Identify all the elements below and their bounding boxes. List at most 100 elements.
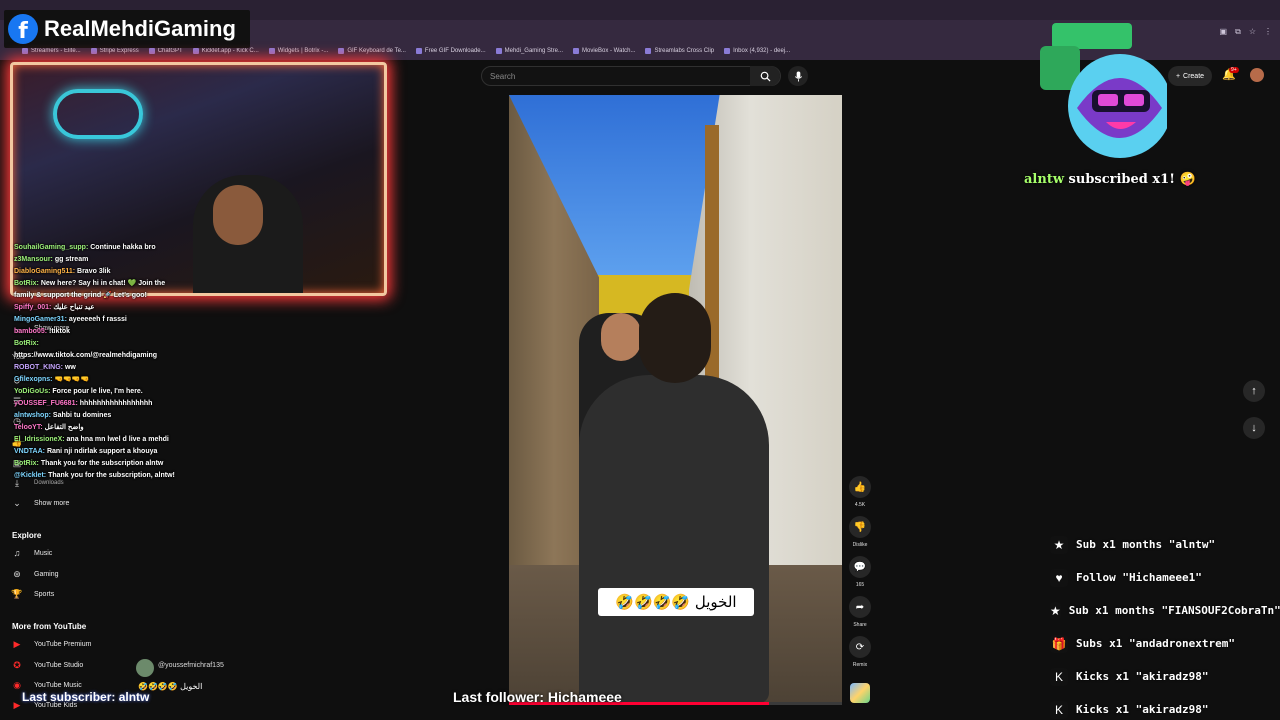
menu-icon[interactable]: ⋮ bbox=[1264, 27, 1272, 37]
event-row: ♥ Follow "Hichameee1" bbox=[1046, 561, 1280, 594]
share-action[interactable]: ➦ Share bbox=[848, 596, 872, 628]
chat-message: @Kicklet: Thank you for the subscription… bbox=[14, 470, 254, 482]
bookmark-item[interactable]: Mehdi_Gaming Stre... bbox=[495, 48, 563, 54]
like-count: 4.5K bbox=[854, 502, 866, 508]
bookmark-item[interactable]: MovieBox - Watch... bbox=[572, 48, 636, 54]
chat-message: MingoGamer31: ayeeeeeh f rasssi bbox=[14, 314, 254, 326]
bookmark-icon bbox=[338, 48, 345, 54]
star-icon[interactable]: ☆ bbox=[1249, 27, 1256, 37]
bookmark-icon bbox=[22, 48, 28, 54]
event-row: K Kicks x1 "akiradz98" bbox=[1046, 660, 1280, 693]
alert-character-image bbox=[1040, 23, 1167, 158]
video-caption: الخويل 🤣🤣🤣🤣 bbox=[598, 588, 754, 616]
sidebar-item-gaming[interactable]: ⊛ Gaming bbox=[12, 568, 58, 579]
chat-username: alntwshop: bbox=[14, 412, 51, 419]
bookmark-item[interactable]: Streamlabs Cross Clip bbox=[645, 48, 714, 54]
bookmark-label: Streamlabs Cross Clip bbox=[654, 48, 715, 54]
dislike-action[interactable]: 👎 Dislike bbox=[848, 516, 872, 548]
chat-text: Continue hakka bro bbox=[90, 244, 156, 251]
search-button[interactable] bbox=[750, 66, 780, 86]
sidebar-label: YouTube Music bbox=[34, 681, 82, 689]
chat-message: Gfilexopns: 🤜🤜🤜🤜 bbox=[14, 374, 254, 386]
bookmark-item[interactable]: GIF Keyboard de Te... bbox=[338, 48, 406, 54]
event-text: Sub x1 months "FIANSOUF2CobraTn" bbox=[1068, 604, 1280, 617]
event-row: K Kicks x1 "akiradz98" bbox=[1046, 693, 1280, 720]
event-icon: K bbox=[1050, 700, 1068, 719]
chat-message: BotRix: Thank you for the subscription a… bbox=[14, 458, 254, 470]
chat-message: TelooYT: واضح التفاعل bbox=[14, 422, 254, 434]
chat-username: yOUSSEF_FU6681: bbox=[14, 400, 78, 407]
sidebar-item-studio[interactable]: ✪ YouTube Studio bbox=[12, 660, 83, 670]
next-video-button[interactable]: ↓ bbox=[1243, 417, 1265, 439]
search-input[interactable]: Search bbox=[481, 66, 781, 86]
chat-text: Force pour le live, I'm here. bbox=[52, 388, 143, 395]
gamepad-icon: ⊛ bbox=[13, 568, 21, 579]
chat-text: family & support the grind 🚀 Let's goo! bbox=[14, 292, 147, 299]
sidebar-label: Music bbox=[34, 549, 53, 557]
bookmark-icon bbox=[192, 48, 199, 54]
event-text: Kicks x1 "akiradz98" bbox=[1076, 670, 1209, 683]
remix-icon[interactable]: ⟳ bbox=[849, 636, 871, 658]
remix-action[interactable]: ⟳ Remix bbox=[848, 636, 872, 668]
bookmark-label: Kicklet.app - Kick C... bbox=[201, 48, 259, 54]
create-button[interactable]: + Create bbox=[1168, 66, 1212, 86]
sidebar-item-premium[interactable]: ▶ YouTube Premium bbox=[12, 639, 92, 649]
arrow-up-icon: ↑ bbox=[1251, 385, 1257, 397]
commenter-avatar bbox=[136, 659, 154, 677]
sidebar-item-music-app[interactable]: ◉ YouTube Music bbox=[12, 680, 82, 690]
event-text: Kicks x1 "akiradz98" bbox=[1076, 703, 1209, 716]
bookmark-item[interactable]: Streamers - Elite... bbox=[22, 48, 81, 54]
previous-video-button[interactable]: ↑ bbox=[1243, 380, 1265, 402]
bookmark-item[interactable]: Free GIF Downloade... bbox=[415, 48, 486, 54]
chat-username: BotRix: bbox=[14, 280, 39, 287]
bookmark-label: GIF Keyboard de Te... bbox=[347, 48, 406, 54]
sound-thumbnail[interactable] bbox=[850, 683, 870, 703]
comments-action[interactable]: 💬 165 bbox=[848, 556, 872, 588]
comment-icon[interactable]: 💬 bbox=[849, 556, 871, 578]
bookmark-item[interactable]: Kicklet.app - Kick C... bbox=[192, 48, 259, 54]
event-text: Subs x1 "andadronextrem" bbox=[1076, 637, 1235, 650]
event-icon: ♥ bbox=[1050, 568, 1068, 587]
sidebar-label: Show more bbox=[34, 499, 70, 507]
bookmark-label: ChatGPT bbox=[157, 48, 183, 54]
chat-message: https://www.tiktok.com/@realmehdigaming bbox=[14, 350, 254, 362]
explore-heading: Explore bbox=[12, 531, 42, 540]
voice-search-button[interactable] bbox=[788, 66, 808, 86]
chat-username: MingoGamer31: bbox=[14, 316, 67, 323]
bookmark-icon bbox=[724, 48, 731, 54]
bookmark-label: MovieBox - Watch... bbox=[581, 48, 636, 54]
chevron-down-icon: ⌄ bbox=[13, 497, 21, 508]
chat-text: Rani nji ndirlak support a khouya bbox=[46, 448, 158, 455]
sidebar-label: YouTube Premium bbox=[34, 640, 92, 648]
sidebar-show-more-2[interactable]: ⌄ Show more bbox=[12, 498, 69, 508]
bookmark-icon bbox=[268, 48, 275, 54]
chat-text: !tiktok bbox=[49, 328, 71, 335]
sidebar-item-sports[interactable]: 🏆 Sports bbox=[11, 589, 54, 599]
chat-message: yOUSSEF_FU6681: hhhhhhhhhhhhhhhhh bbox=[14, 398, 254, 410]
chat-username: TelooYT: bbox=[14, 424, 43, 431]
bookmark-item[interactable]: Widgets | Botrix -... bbox=[268, 48, 329, 54]
chat-username: bambo05: bbox=[14, 328, 48, 335]
bookmark-item[interactable]: Inbox (4,932) - deej... bbox=[724, 48, 790, 54]
extension-icon[interactable]: ▣ bbox=[1220, 27, 1228, 37]
video-man-foreground bbox=[579, 375, 769, 703]
cast-icon[interactable]: ⧉ bbox=[1235, 27, 1241, 37]
like-action[interactable]: 👍 4.5K bbox=[848, 476, 872, 508]
chat-text: hhhhhhhhhhhhhhhhh bbox=[79, 400, 153, 407]
chat-message: VNDTAA: Rani nji ndirlak support a khouy… bbox=[14, 446, 254, 458]
chat-username: @Kicklet: bbox=[14, 472, 47, 479]
thumbs-up-icon[interactable]: 👍 bbox=[849, 476, 871, 498]
bookmark-item[interactable]: ChatGPT bbox=[148, 48, 183, 54]
chat-text: ww bbox=[64, 364, 76, 371]
bookmark-label: Widgets | Botrix -... bbox=[277, 48, 329, 54]
bookmark-item[interactable]: Stripe Express bbox=[90, 48, 139, 54]
avatar[interactable] bbox=[1250, 68, 1264, 82]
chat-text: Thank you for the subscription, alntw! bbox=[48, 472, 175, 479]
sidebar-item-music[interactable]: ♫ Music bbox=[12, 548, 53, 558]
thumbs-down-icon[interactable]: 👎 bbox=[849, 516, 871, 538]
event-icon: ★ bbox=[1050, 601, 1061, 620]
chat-text: واضح التفاعل bbox=[44, 424, 84, 431]
share-icon[interactable]: ➦ bbox=[849, 596, 871, 618]
bookmark-icon bbox=[572, 48, 579, 54]
alert-text: alntw subscribed x1! 🤪 bbox=[1024, 172, 1196, 187]
